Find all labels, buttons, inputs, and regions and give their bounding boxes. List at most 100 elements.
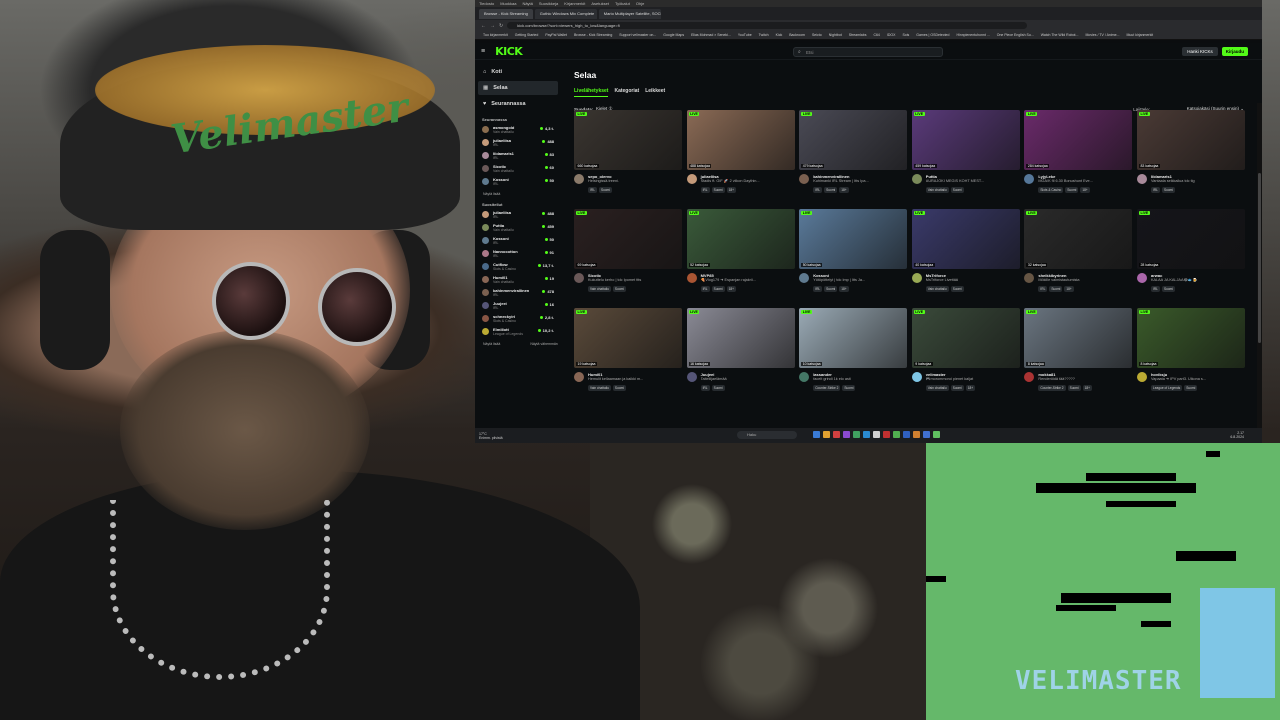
menubar-item[interactable]: Näytä <box>522 0 532 7</box>
browser-tab[interactable]: Gothic Windows Mix Complete <box>534 8 597 19</box>
tag-chip[interactable]: Suomi <box>950 187 964 193</box>
bookmark-item[interactable]: YouTube <box>738 31 752 39</box>
tag-chip[interactable]: IRL <box>700 187 710 193</box>
taskbar-search[interactable]: Haku <box>737 431 797 439</box>
stream-title[interactable]: AURAJOKI MEGIS KOHT MEST... <box>926 179 1018 184</box>
tag-chip[interactable]: Vain chattailu <box>588 286 611 292</box>
stream-title[interactable]: MsTriforce Livettää <box>926 278 1018 283</box>
avatar[interactable] <box>1024 273 1035 283</box>
stream-title[interactable]: Helsingissä.treeni. <box>588 179 680 184</box>
stream-card[interactable]: LIVE 32 katsojaa sheikkibyrinen Mökille val… <box>1024 209 1133 296</box>
stream-card[interactable]: LIVE 488 katsojaa juliaeliisa Stadis ft. GI… <box>686 110 795 197</box>
search-input[interactable]: ⌕ Etsi <box>793 47 943 57</box>
bookmark-item[interactable]: PayPal Wallet <box>545 31 567 39</box>
kick-logo[interactable]: KICK <box>495 45 523 58</box>
tag-chip[interactable]: Suomi <box>950 385 964 391</box>
sidebar-item-selaa[interactable]: ▦ Selaa <box>478 81 558 95</box>
tag-chip[interactable]: Suomi <box>612 385 626 391</box>
taskbar-app-icon[interactable] <box>903 431 910 438</box>
sidebar-channel[interactable]: Cutflow Slots & Casino 13,7 t. <box>478 262 558 275</box>
tag-chip[interactable]: IRL <box>1150 286 1160 292</box>
tab-kategoriat[interactable]: Kategoriat <box>614 88 639 97</box>
stream-title[interactable]: Yötöpöttelyt | tdc Imp | Itts Ja... <box>813 278 905 283</box>
stream-title[interactable]: 🎮morommoroi pienet kaljat <box>926 377 1018 382</box>
avatar[interactable] <box>799 174 810 184</box>
menubar-item[interactable]: Työkalut <box>615 0 630 7</box>
stream-title[interactable]: MGA/K fil 6.30 Bonushunt Eve... <box>1038 179 1130 184</box>
sidebar-channel[interactable]: liidamaris1 IRL 83 <box>478 151 558 164</box>
stream-thumbnail[interactable]: LIVE 488 katsojaa <box>686 110 795 170</box>
tag-chip[interactable]: Vain chattailu <box>925 385 949 391</box>
stream-thumbnail[interactable]: LIVE 69 katsojaa <box>574 209 682 269</box>
show-less-link[interactable]: Näytä vähemmän <box>530 342 557 346</box>
sidebar-channel[interactable]: juliaeliisa IRL 488 <box>478 138 558 151</box>
show-more-link[interactable]: Näytä lisää <box>483 342 500 346</box>
tag-chip[interactable]: Suomi <box>612 286 626 292</box>
tag-chip[interactable]: Counter-Strike 2 <box>813 385 841 391</box>
stream-title[interactable]: Hemulit kellaamaan ja kaikki m... <box>588 377 680 382</box>
tag-chip[interactable]: Counter-Strike 2 <box>1038 385 1066 391</box>
tag-chip[interactable]: IRL <box>588 187 597 193</box>
menubar-item[interactable]: Asetukset <box>591 0 609 7</box>
tag-chip[interactable]: IRL <box>813 286 823 292</box>
tag-chip[interactable]: 18+ <box>1082 385 1093 391</box>
bookmark-item[interactable]: Seicto <box>812 31 822 39</box>
bookmark-item[interactable]: Getting Started <box>515 31 539 39</box>
weather-widget[interactable]: 17°C Enimm. pilvistä <box>479 432 503 440</box>
stream-title[interactable]: Vantaala seikkailua tdc tig <box>1151 179 1243 184</box>
tag-chip[interactable]: Suomi <box>711 385 725 391</box>
stream-title[interactable]: Kukuttelu kerho | tdc Ipomet ttts <box>588 278 680 283</box>
reload-icon[interactable]: ↻ <box>499 23 503 29</box>
avatar[interactable] <box>574 372 584 382</box>
bookmark-item[interactable]: Hinnpienentuhonnt ... <box>956 31 989 39</box>
bookmark-item[interactable]: One Piece English Su... <box>997 31 1034 39</box>
stream-card[interactable]: LIVE 83 katsojaa liidamaris1 Vantaala seikk… <box>1136 110 1245 197</box>
stream-thumbnail[interactable]: LIVE 10 katsojaa <box>799 308 908 368</box>
sidebar-channel[interactable]: Kossoni IRL 50 <box>478 236 558 249</box>
tag-chip[interactable]: Suomi <box>1161 286 1175 292</box>
tag-chip[interactable]: Suomi <box>1184 385 1198 391</box>
back-icon[interactable]: ← <box>481 23 486 29</box>
stream-card[interactable]: LIVE 459 katsojaa Puttia AURAJOKI MEGIS KOH… <box>911 110 1020 197</box>
stream-title[interactable]: Renderöidä tää????? <box>1038 377 1130 382</box>
sidebar-channel[interactable]: kahinmenvirallinen IRL 478 <box>478 288 558 301</box>
stream-card[interactable]: LIVE 8 katsojaa hoviksju Vapaata ➜ IPV part… <box>1136 308 1245 395</box>
bookmark-item[interactable]: Streamlabs <box>849 31 867 39</box>
tag-chip[interactable]: IRL <box>700 286 710 292</box>
avatar[interactable] <box>1136 174 1147 184</box>
tag-chip[interactable]: 18+ <box>839 187 849 193</box>
bookmark-item[interactable]: Kick <box>776 31 783 39</box>
tag-chip[interactable]: 18+ <box>839 286 849 292</box>
stream-card[interactable]: LIVE 52 katsojaa MVP85 🍕Vlog179 ➜ Espanjan … <box>686 209 795 296</box>
stream-card[interactable]: LIVE 28 katsojaa arwac KALAA JA KALJAA😂🐟🍺 IR… <box>1136 209 1245 296</box>
taskbar-app-icon[interactable] <box>933 431 940 438</box>
taskbar-app-icon[interactable] <box>913 431 920 438</box>
tag-chip[interactable]: IRL <box>1150 187 1160 193</box>
stream-card[interactable]: LIVE 69 katsojaa Sicotic Kukuttelu kerho | … <box>574 209 682 296</box>
url-field[interactable]: kick.com/browse/?sort=viewers_high_to_lo… <box>507 22 1028 29</box>
avatar[interactable] <box>574 174 584 184</box>
browser-tab[interactable]: Mario Multiplayer Satellite, SOCI <box>598 8 661 19</box>
tag-chip[interactable]: Suomi <box>824 286 838 292</box>
avatar[interactable] <box>686 273 697 283</box>
taskbar-app-icon[interactable] <box>813 431 820 438</box>
avatar[interactable] <box>1136 273 1147 283</box>
stream-card[interactable]: LIVE 40 katsojaa MsTriforce MsTriforce Live… <box>911 209 1020 296</box>
stream-thumbnail[interactable]: LIVE 50 katsojaa <box>799 209 908 269</box>
avatar[interactable] <box>1024 174 1035 184</box>
stream-title[interactable]: Vapaata ➜ IPV part3. Uikona s... <box>1151 377 1243 382</box>
avatar[interactable] <box>911 372 922 382</box>
tag-chip[interactable]: Suomi <box>1049 286 1063 292</box>
avatar[interactable] <box>799 273 810 283</box>
tag-chip[interactable]: IRL <box>700 385 710 391</box>
avatar[interactable] <box>686 174 697 184</box>
tag-chip[interactable]: Suomi <box>1067 385 1081 391</box>
tag-chip[interactable]: 18+ <box>1064 286 1074 292</box>
stream-thumbnail[interactable]: LIVE 8 katsojaa <box>1136 308 1245 368</box>
tag-chip[interactable]: Suomi <box>1161 187 1175 193</box>
tag-chip[interactable]: Suomi <box>824 187 838 193</box>
taskbar-app-icon[interactable] <box>833 431 840 438</box>
bookmark-item[interactable]: Watch The Wild Robot... <box>1041 31 1079 39</box>
bookmark-item[interactable]: Browse - Kick Streaming <box>574 31 612 39</box>
tag-chip[interactable]: 18+ <box>726 187 737 193</box>
